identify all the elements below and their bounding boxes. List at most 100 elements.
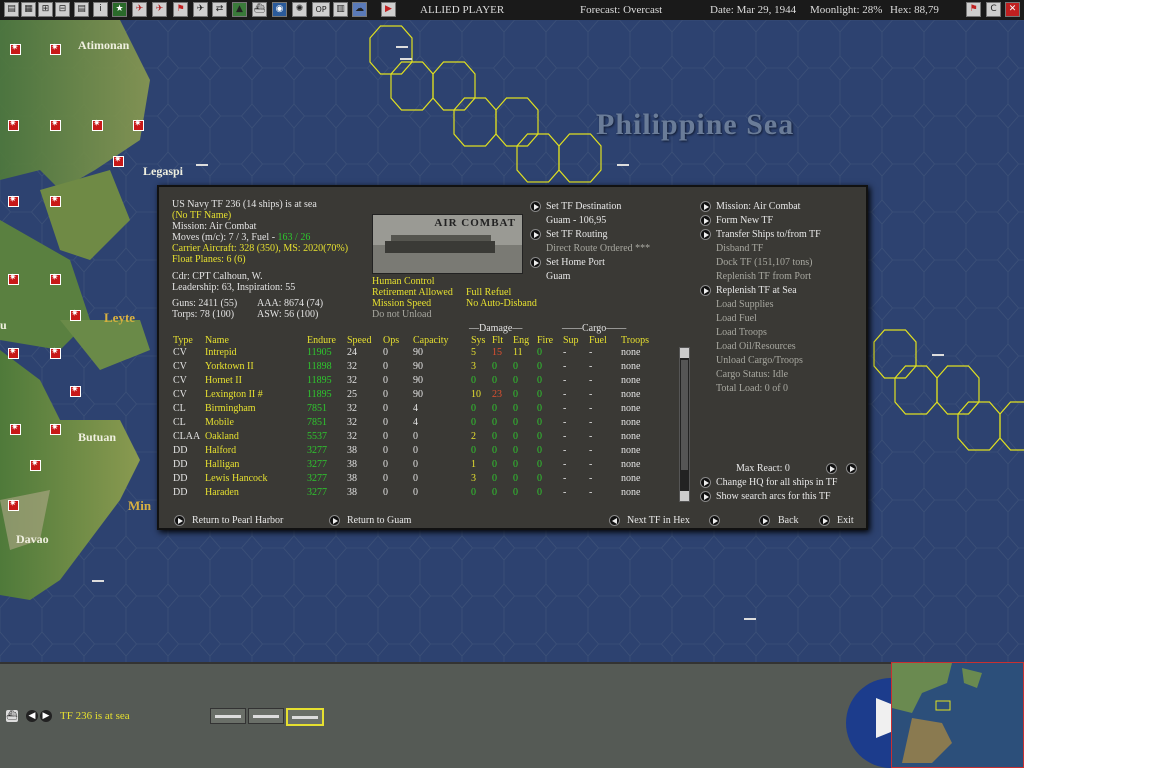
increase-arrow-icon[interactable] bbox=[826, 463, 837, 474]
ship-thumbnail-selected[interactable] bbox=[286, 708, 324, 726]
c-icon[interactable]: C bbox=[986, 2, 1001, 17]
base-marker[interactable] bbox=[50, 272, 61, 285]
change-hq-button[interactable]: Change HQ for all ships in TF bbox=[716, 477, 837, 488]
column-header-troops[interactable]: Troops bbox=[621, 335, 649, 346]
base-marker[interactable] bbox=[10, 422, 21, 435]
info-icon[interactable]: i bbox=[93, 2, 108, 17]
report-icon[interactable]: ▦ bbox=[21, 2, 36, 17]
next-tf-arrow-icon[interactable] bbox=[709, 515, 720, 526]
retirement-toggle[interactable]: Retirement Allowed bbox=[372, 287, 453, 298]
base-marker[interactable] bbox=[8, 194, 19, 207]
base-marker[interactable] bbox=[113, 154, 124, 167]
arrow-icon[interactable] bbox=[174, 515, 185, 526]
cloud-icon[interactable]: ☁ bbox=[352, 2, 367, 17]
scroll-up-icon[interactable] bbox=[680, 348, 689, 358]
tf-name[interactable]: (No TF Name) bbox=[172, 210, 231, 221]
taskforce-marker[interactable] bbox=[932, 350, 944, 356]
arrow-icon[interactable] bbox=[530, 257, 541, 268]
column-header-name[interactable]: Name bbox=[205, 335, 229, 346]
next-tf-button[interactable]: Next TF in Hex bbox=[627, 515, 690, 526]
ship-thumbnail[interactable] bbox=[210, 708, 246, 724]
back-button[interactable]: Back bbox=[778, 515, 799, 526]
max-arrow-icon[interactable] bbox=[846, 463, 857, 474]
cell-name[interactable]: Lewis Hancock bbox=[205, 473, 267, 484]
arrow-icon[interactable] bbox=[700, 229, 711, 240]
arrow-icon[interactable] bbox=[759, 515, 770, 526]
op-icon[interactable]: OP bbox=[312, 2, 330, 17]
cell-name[interactable]: Lexington II # bbox=[205, 389, 263, 400]
commander[interactable]: Cdr: CPT Calhoun, W. bbox=[172, 271, 263, 282]
cell-name[interactable]: Yorktown II bbox=[205, 361, 254, 372]
return-pearl-button[interactable]: Return to Pearl Harbor bbox=[192, 515, 283, 526]
arrow-icon[interactable] bbox=[700, 201, 711, 212]
base-marker[interactable] bbox=[8, 272, 19, 285]
base-marker[interactable] bbox=[50, 422, 61, 435]
table-row[interactable]: CV Lexington II # 11895 25 0 90 10 23 0 0 - - none bbox=[173, 389, 683, 403]
plane-icon[interactable]: ✈ bbox=[193, 2, 208, 17]
taskforce-marker[interactable] bbox=[400, 54, 412, 60]
column-header-fuel[interactable]: Fuel bbox=[589, 335, 607, 346]
table-row[interactable]: DD Halligan 3277 38 0 0 1 0 0 0 - - none bbox=[173, 459, 683, 473]
cell-name[interactable]: Mobile bbox=[205, 417, 234, 428]
column-header-eng[interactable]: Eng bbox=[513, 335, 529, 346]
cell-name[interactable]: Intrepid bbox=[205, 347, 237, 358]
carrier-aircraft[interactable]: Carrier Aircraft: 328 (350), MS: 2020(70… bbox=[172, 243, 348, 254]
flag-icon[interactable]: ⚑ bbox=[173, 2, 188, 17]
column-header-endure[interactable]: Endure bbox=[307, 335, 336, 346]
table-row[interactable]: CLAA Oakland 5537 32 0 0 2 0 0 0 - - none bbox=[173, 431, 683, 445]
table-scrollbar[interactable] bbox=[679, 347, 690, 502]
column-header-ops[interactable]: Ops bbox=[383, 335, 399, 346]
base-marker[interactable] bbox=[8, 346, 19, 359]
base-marker[interactable] bbox=[8, 498, 19, 511]
arrow-icon[interactable] bbox=[530, 229, 541, 240]
table-row[interactable]: CV Yorktown II 11898 32 0 90 3 0 0 0 - - none bbox=[173, 361, 683, 375]
ship-thumbnail[interactable] bbox=[248, 708, 284, 724]
base-marker[interactable] bbox=[133, 118, 144, 131]
base-marker[interactable] bbox=[50, 118, 61, 131]
column-header-capacity[interactable]: Capacity bbox=[413, 335, 449, 346]
column-header-flt[interactable]: Flt bbox=[492, 335, 503, 346]
star-icon[interactable]: ★ bbox=[112, 2, 127, 17]
set-routing-button[interactable]: Set TF Routing bbox=[546, 229, 608, 240]
scroll-down-icon[interactable] bbox=[680, 491, 689, 501]
taskforce-marker[interactable] bbox=[617, 160, 629, 166]
load-supplies-button[interactable]: Load Supplies bbox=[716, 299, 774, 310]
taskforce-marker[interactable] bbox=[744, 614, 756, 620]
arrow-icon[interactable] bbox=[700, 285, 711, 296]
taskforce-marker[interactable] bbox=[396, 42, 408, 48]
naval-unit-icon[interactable]: ✈ bbox=[152, 2, 167, 17]
human-control-toggle[interactable]: Human Control bbox=[372, 276, 435, 287]
cell-name[interactable]: Birmingham bbox=[205, 403, 256, 414]
prev-arrow-icon[interactable]: ◀ bbox=[26, 710, 38, 722]
next-arrow-icon[interactable]: ▶ bbox=[40, 710, 52, 722]
arrow-icon[interactable] bbox=[819, 515, 830, 526]
table-row[interactable]: DD Halford 3277 38 0 0 0 0 0 0 - - none bbox=[173, 445, 683, 459]
base-marker[interactable] bbox=[50, 194, 61, 207]
unload-toggle[interactable]: Do not Unload bbox=[372, 309, 431, 320]
arrow-icon[interactable] bbox=[700, 477, 711, 488]
globe-icon[interactable]: ◉ bbox=[272, 2, 287, 17]
taskforce-marker[interactable] bbox=[92, 576, 104, 582]
column-header-sys[interactable]: Sys bbox=[471, 335, 485, 346]
search-arcs-button[interactable]: Show search arcs for this TF bbox=[716, 491, 831, 502]
air-unit-icon[interactable]: ✈ bbox=[132, 2, 147, 17]
arrow-icon[interactable] bbox=[700, 491, 711, 502]
replenish-port-button[interactable]: Replenish TF from Port bbox=[716, 271, 811, 282]
ships-icon[interactable]: ⊞ bbox=[38, 2, 53, 17]
set-home-port-button[interactable]: Set Home Port bbox=[546, 257, 605, 268]
base-marker[interactable] bbox=[70, 384, 81, 397]
close-icon[interactable]: ✕ bbox=[1005, 2, 1020, 17]
cell-name[interactable]: Oakland bbox=[205, 431, 239, 442]
prev-tf-arrow-icon[interactable] bbox=[609, 515, 620, 526]
base-marker[interactable] bbox=[8, 118, 19, 131]
exit-button[interactable]: Exit bbox=[837, 515, 854, 526]
alert-flag-icon[interactable]: ⚑ bbox=[966, 2, 981, 17]
column-header-type[interactable]: Type bbox=[173, 335, 193, 346]
minimap[interactable] bbox=[891, 662, 1024, 768]
load-troops-button[interactable]: Load Troops bbox=[716, 327, 767, 338]
table-row[interactable]: CL Mobile 7851 32 0 4 0 0 0 0 - - none bbox=[173, 417, 683, 431]
end-turn-icon[interactable]: ▶ bbox=[381, 2, 396, 17]
stack-icon[interactable]: ▥ bbox=[333, 2, 348, 17]
table-row[interactable]: CV Hornet II 11895 32 0 90 0 0 0 0 - - none bbox=[173, 375, 683, 389]
cell-name[interactable]: Haraden bbox=[205, 487, 239, 498]
